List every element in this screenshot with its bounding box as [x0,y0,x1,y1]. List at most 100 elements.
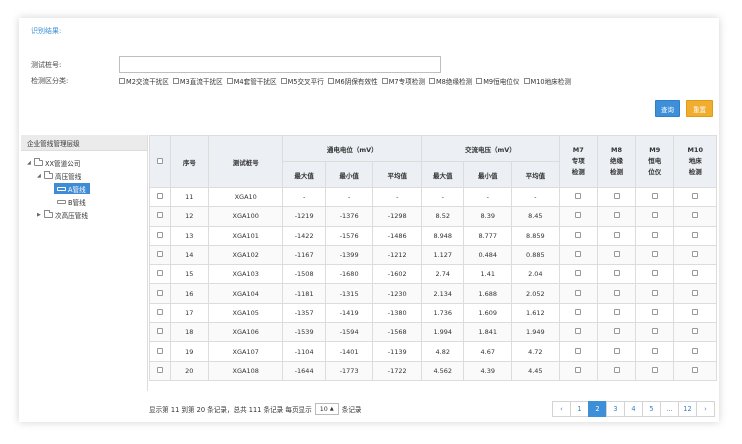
table-row[interactable]: 16 XGA104 -1181 -1315 -1230 2.134 1.688 2.052 [149,283,717,304]
row-checkbox[interactable] [156,308,163,315]
row-checkbox[interactable] [613,347,620,354]
category-checkbox[interactable] [523,78,530,84]
row-checkbox[interactable] [692,251,699,258]
category-option[interactable]: M9恒电位仪 [476,76,520,86]
page-button[interactable]: ... [660,401,679,417]
row-checkbox[interactable] [575,289,582,296]
row-checkbox[interactable] [575,308,582,315]
category-checkbox[interactable] [428,78,435,84]
category-checkbox[interactable] [280,78,287,84]
row-checkbox[interactable] [156,328,163,335]
table-row[interactable]: 20 XGA108 -1644 -1773 -1722 4.562 4.39 4.45 [149,360,717,381]
page-button[interactable]: 3 [606,401,625,417]
page-button[interactable]: 1 [570,401,589,417]
tree-node-company[interactable]: ◢ XX管道公司 [27,157,80,168]
row-checkbox[interactable] [651,193,658,200]
row-checkbox[interactable] [692,308,699,315]
row-checkbox[interactable] [613,212,620,219]
row-checkbox[interactable] [156,366,163,373]
table-row[interactable]: 18 XGA106 -1539 -1594 -1568 1.994 1.841 1.949 [149,322,717,343]
page-button[interactable]: 4 [624,401,643,417]
row-checkbox[interactable] [692,231,699,238]
tree-node-line-b[interactable]: B管线 [57,196,86,207]
test-pile-input[interactable] [119,56,441,73]
row-checkbox[interactable] [651,270,658,277]
page-button[interactable]: 2 [588,401,607,417]
category-checkbox[interactable] [172,78,179,84]
category-option[interactable]: M5交叉平行 [280,76,324,86]
category-option[interactable]: M6阴保有效性 [327,76,378,86]
row-checkbox[interactable] [575,193,582,200]
row-checkbox[interactable] [156,193,163,200]
row-checkbox[interactable] [651,328,658,335]
table-row[interactable]: 14 XGA102 -1167 -1399 -1212 1.127 0.484 0.885 [149,244,717,266]
row-checkbox[interactable] [156,231,163,238]
page-button[interactable]: 5 [642,401,661,417]
expand-arrow-icon[interactable]: ▶ [37,212,44,218]
row-checkbox[interactable] [651,289,658,296]
row-checkbox[interactable] [575,366,582,373]
row-checkbox[interactable] [692,289,699,296]
collapse-arrow-icon[interactable]: ◢ [27,160,34,166]
row-checkbox[interactable] [575,328,582,335]
row-checkbox[interactable] [651,366,658,373]
row-checkbox[interactable] [156,270,163,277]
query-button[interactable]: 查询 [655,100,680,117]
table-row[interactable]: 15 XGA103 -1508 -1680 -1602 2.74 1.41 2.04 [149,264,717,285]
prev-page-button[interactable]: ‹ [552,401,571,417]
table-row[interactable]: 17 XGA105 -1357 -1419 -1380 1.736 1.609 1.612 [149,302,717,324]
row-checkbox[interactable] [575,270,582,277]
row-checkbox[interactable] [613,289,620,296]
category-checkbox[interactable] [476,78,483,84]
page-size-select[interactable]: 10 ▲ [314,403,339,415]
category-option[interactable]: M7专项检测 [381,76,425,86]
category-checkbox[interactable] [381,78,388,84]
table-row[interactable]: 13 XGA101 -1422 -1576 -1486 8.948 8.777 8.859 [149,225,717,246]
row-checkbox[interactable] [613,270,620,277]
row-checkbox[interactable] [613,366,620,373]
row-checkbox[interactable] [156,212,163,219]
table-row[interactable]: 11 XGA10- - - - - - [149,186,717,208]
row-checkbox[interactable] [651,231,658,238]
row-checkbox[interactable] [613,193,620,200]
category-checkbox[interactable] [119,78,125,84]
tree-node-sub-high-pressure[interactable]: ▶ 次高压管线 [37,209,88,220]
tree-node-line-a[interactable]: A管线 [54,183,90,194]
row-checkbox[interactable] [692,347,699,354]
row-checkbox[interactable] [575,231,582,238]
row-checkbox[interactable] [692,270,699,277]
row-checkbox[interactable] [651,308,658,315]
row-checkbox[interactable] [575,347,582,354]
category-option[interactable]: M10地床检测 [523,76,571,86]
row-checkbox[interactable] [651,347,658,354]
row-checkbox[interactable] [575,251,582,258]
collapse-arrow-icon[interactable]: ◢ [37,173,44,179]
category-option[interactable]: M4套管干扰区 [226,76,277,86]
reset-button[interactable]: 重置 [686,100,713,117]
row-checkbox[interactable] [692,366,699,373]
next-page-button[interactable]: › [696,401,715,417]
select-all-checkbox[interactable] [156,157,163,164]
category-option[interactable]: M2交流干扰区 [119,76,169,86]
tree-node-high-pressure[interactable]: ◢ 高压管线 [37,170,81,181]
category-option[interactable]: M3直流干扰区 [172,76,223,86]
row-checkbox[interactable] [651,212,658,219]
table-row[interactable]: 19 XGA107 -1104 -1401 -1139 4.82 4.67 4.72 [149,341,717,362]
row-checkbox[interactable] [156,289,163,296]
row-checkbox[interactable] [651,251,658,258]
row-checkbox[interactable] [156,347,163,354]
category-option[interactable]: M8绝缘检测 [428,76,472,86]
row-checkbox[interactable] [692,328,699,335]
table-row[interactable]: 12 XGA100 -1219 -1376 -1298 8.52 8.39 8.45 [149,206,717,227]
row-checkbox[interactable] [613,328,620,335]
category-checkbox[interactable] [226,78,233,84]
row-checkbox[interactable] [613,308,620,315]
row-checkbox[interactable] [613,231,620,238]
row-checkbox[interactable] [613,251,620,258]
row-checkbox[interactable] [692,193,699,200]
category-checkbox[interactable] [327,78,334,84]
row-checkbox[interactable] [692,212,699,219]
row-checkbox[interactable] [156,251,163,258]
row-checkbox[interactable] [575,212,582,219]
page-button[interactable]: 12 [678,401,697,417]
